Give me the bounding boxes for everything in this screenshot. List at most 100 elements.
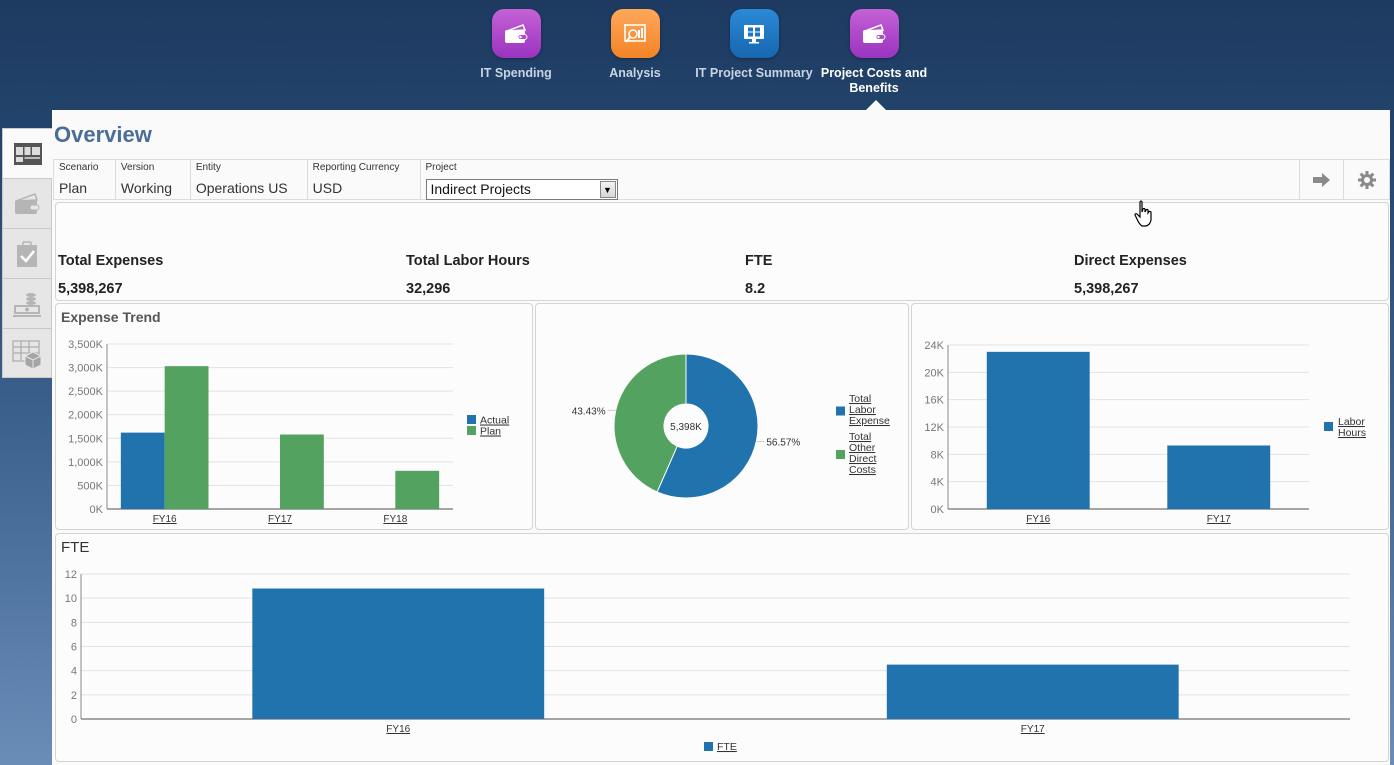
legend-swatch[interactable] [704, 742, 713, 751]
main-panel: Overview Scenario Plan Version Working E… [52, 110, 1390, 765]
y-tick-label: 500K [77, 480, 103, 492]
y-tick-label: 3,500K [68, 339, 104, 351]
kpi-value: 5,398,267 [1074, 281, 1139, 297]
y-tick-label: 12K [924, 422, 944, 434]
pov-currency[interactable]: Reporting Currency USD [308, 160, 421, 199]
bar-plan-fy18 [395, 470, 440, 509]
legend-swatch[interactable] [1324, 422, 1333, 431]
pov-label: Project [425, 162, 457, 173]
fte-card: FTE 0 2 4 6 8 10 12 FY16 FY17 FTE [55, 533, 1389, 762]
y-tick-label: 1,500K [68, 433, 104, 445]
hand-cursor-icon [1134, 200, 1152, 227]
side-tab-cash[interactable] [2, 278, 52, 328]
side-tab-tasks[interactable] [2, 228, 52, 278]
project-select-value: Indirect Projects [430, 181, 531, 197]
pov-value: Plan [59, 180, 88, 196]
y-tick-label: 6 [71, 642, 77, 654]
y-tick-label: 10 [65, 593, 77, 605]
side-tab-dashboard[interactable] [2, 128, 53, 178]
chevron-down-icon[interactable]: ▼ [599, 181, 616, 198]
y-tick-label: 8 [71, 617, 77, 629]
kpi-value: 8.2 [745, 281, 766, 297]
kpi-label: Direct Expenses [1074, 253, 1187, 269]
bar-fte-fy16 [252, 588, 545, 719]
chart-title: FTE [61, 539, 90, 556]
bar-labor-hours-fy17 [1167, 445, 1271, 509]
pov-scenario[interactable]: Scenario Plan [54, 160, 116, 199]
y-tick-label: 20K [924, 367, 944, 379]
nav-item-project-costs-and-benefits[interactable]: Project Costs and Benefits [814, 9, 934, 96]
kpi-total-expenses: Total Expenses 5,398,267 [58, 253, 163, 297]
y-tick-label: 4K [931, 477, 945, 489]
active-tab-indicator [866, 100, 886, 110]
expense-trend-chart: 0K 500K 1,000K 1,500K 2,000K 2,500K 3,000K 3,50… [68, 339, 509, 525]
legend-swatch[interactable] [836, 450, 845, 459]
legend-item-plan[interactable]: Plan [480, 426, 501, 438]
y-tick-label: 8K [931, 449, 945, 461]
monitor-dashboard-icon [729, 9, 779, 58]
kpi-value: 5,398,267 [58, 281, 123, 297]
expense-split-card: 56.57% 43.43% 5,398K Total Labor Expense Total… [535, 303, 909, 530]
category-label[interactable]: FY17 [1207, 514, 1231, 525]
nav-label: IT Project Summary [695, 66, 813, 80]
pie-data-label: 56.57% [766, 438, 800, 449]
pov-label: Reporting Currency [312, 162, 400, 173]
y-tick-label: 0K [90, 504, 104, 516]
legend-swatch[interactable] [467, 415, 476, 424]
nav-label: Project Costs and Benefits [820, 66, 928, 95]
legend-swatch[interactable] [836, 406, 845, 416]
go-button[interactable] [1299, 160, 1345, 199]
legend-item-total-labor-expense[interactable]: Expense [849, 415, 890, 427]
legend-item-fte[interactable]: FTE [717, 741, 737, 753]
pov-entity[interactable]: Entity Operations US [191, 160, 308, 199]
y-tick-label: 4 [71, 666, 77, 678]
top-navigation: IT Spending Analysis IT Project Summary … [0, 0, 1394, 110]
y-tick-label: 2 [71, 690, 77, 702]
kpi-card: Total Expenses 5,398,267 Total Labor Hou… [55, 202, 1389, 301]
y-tick-label: 16K [924, 395, 944, 407]
pov-version[interactable]: Version Working [116, 160, 191, 199]
kpi-label: Total Labor Hours [406, 253, 530, 269]
side-tab-grid[interactable] [2, 328, 52, 378]
category-label[interactable]: FY16 [1026, 514, 1050, 525]
nav-item-it-project-summary[interactable]: IT Project Summary [694, 9, 814, 81]
nav-label: IT Spending [480, 66, 552, 80]
kpi-label: Total Expenses [58, 253, 164, 269]
kpi-value: 32,296 [406, 281, 451, 297]
category-label[interactable]: FY16 [153, 514, 177, 525]
kpi-total-labor-hours: Total Labor Hours 32,296 [406, 253, 530, 297]
settings-button[interactable] [1344, 160, 1389, 199]
labor-hours-chart: 0K4K8K12K16K20K24KFY16 FY17LaborHours [924, 340, 1366, 525]
dashboard-icon [14, 142, 42, 165]
y-tick-label: 0K [931, 504, 945, 516]
y-tick-label: 0 [71, 714, 77, 726]
side-tab-wallet[interactable] [2, 178, 52, 228]
category-label[interactable]: FY16 [386, 724, 410, 735]
legend-swatch[interactable] [467, 426, 476, 435]
pie-data-label: 43.43% [572, 406, 606, 417]
kpi-label: FTE [745, 253, 773, 269]
fte-chart: 0 2 4 6 8 10 12 FY16 FY17 FTE [65, 569, 1350, 753]
category-label[interactable]: FY17 [268, 514, 292, 525]
nav-item-analysis[interactable]: Analysis [575, 9, 695, 81]
analysis-chart-icon [610, 9, 660, 58]
wallet-icon [15, 192, 40, 214]
pov-value: Working [120, 180, 173, 196]
category-label[interactable]: FY17 [1021, 724, 1045, 735]
category-label[interactable]: FY18 [383, 514, 407, 525]
legend-item-total-other-direct-costs[interactable]: Costs [849, 464, 876, 476]
nav-item-it-spending[interactable]: IT Spending [456, 9, 576, 81]
pov-project: Project Indirect Projects ▼ [421, 160, 1300, 200]
wallet-icon [491, 9, 541, 58]
legend-item-labor-hours[interactable]: Hours [1338, 427, 1366, 439]
labor-hours-card: 0K 4K 8K 12K 16K 20K 24K FY16 FY17 Labor Hours [911, 303, 1389, 530]
pov-label: Version [120, 162, 155, 173]
kpi-fte: FTE 8.2 [745, 253, 772, 297]
bar-plan-fy16 [164, 366, 209, 509]
y-tick-label: 24K [924, 340, 944, 352]
kpi-direct-expenses: Direct Expenses 5,398,267 [1074, 253, 1187, 297]
pov-label: Scenario [59, 162, 99, 173]
project-select[interactable]: Indirect Projects ▼ [425, 179, 618, 200]
pov-value: Operations US [195, 180, 288, 196]
pie-center-label: 5,398K [670, 422, 702, 433]
